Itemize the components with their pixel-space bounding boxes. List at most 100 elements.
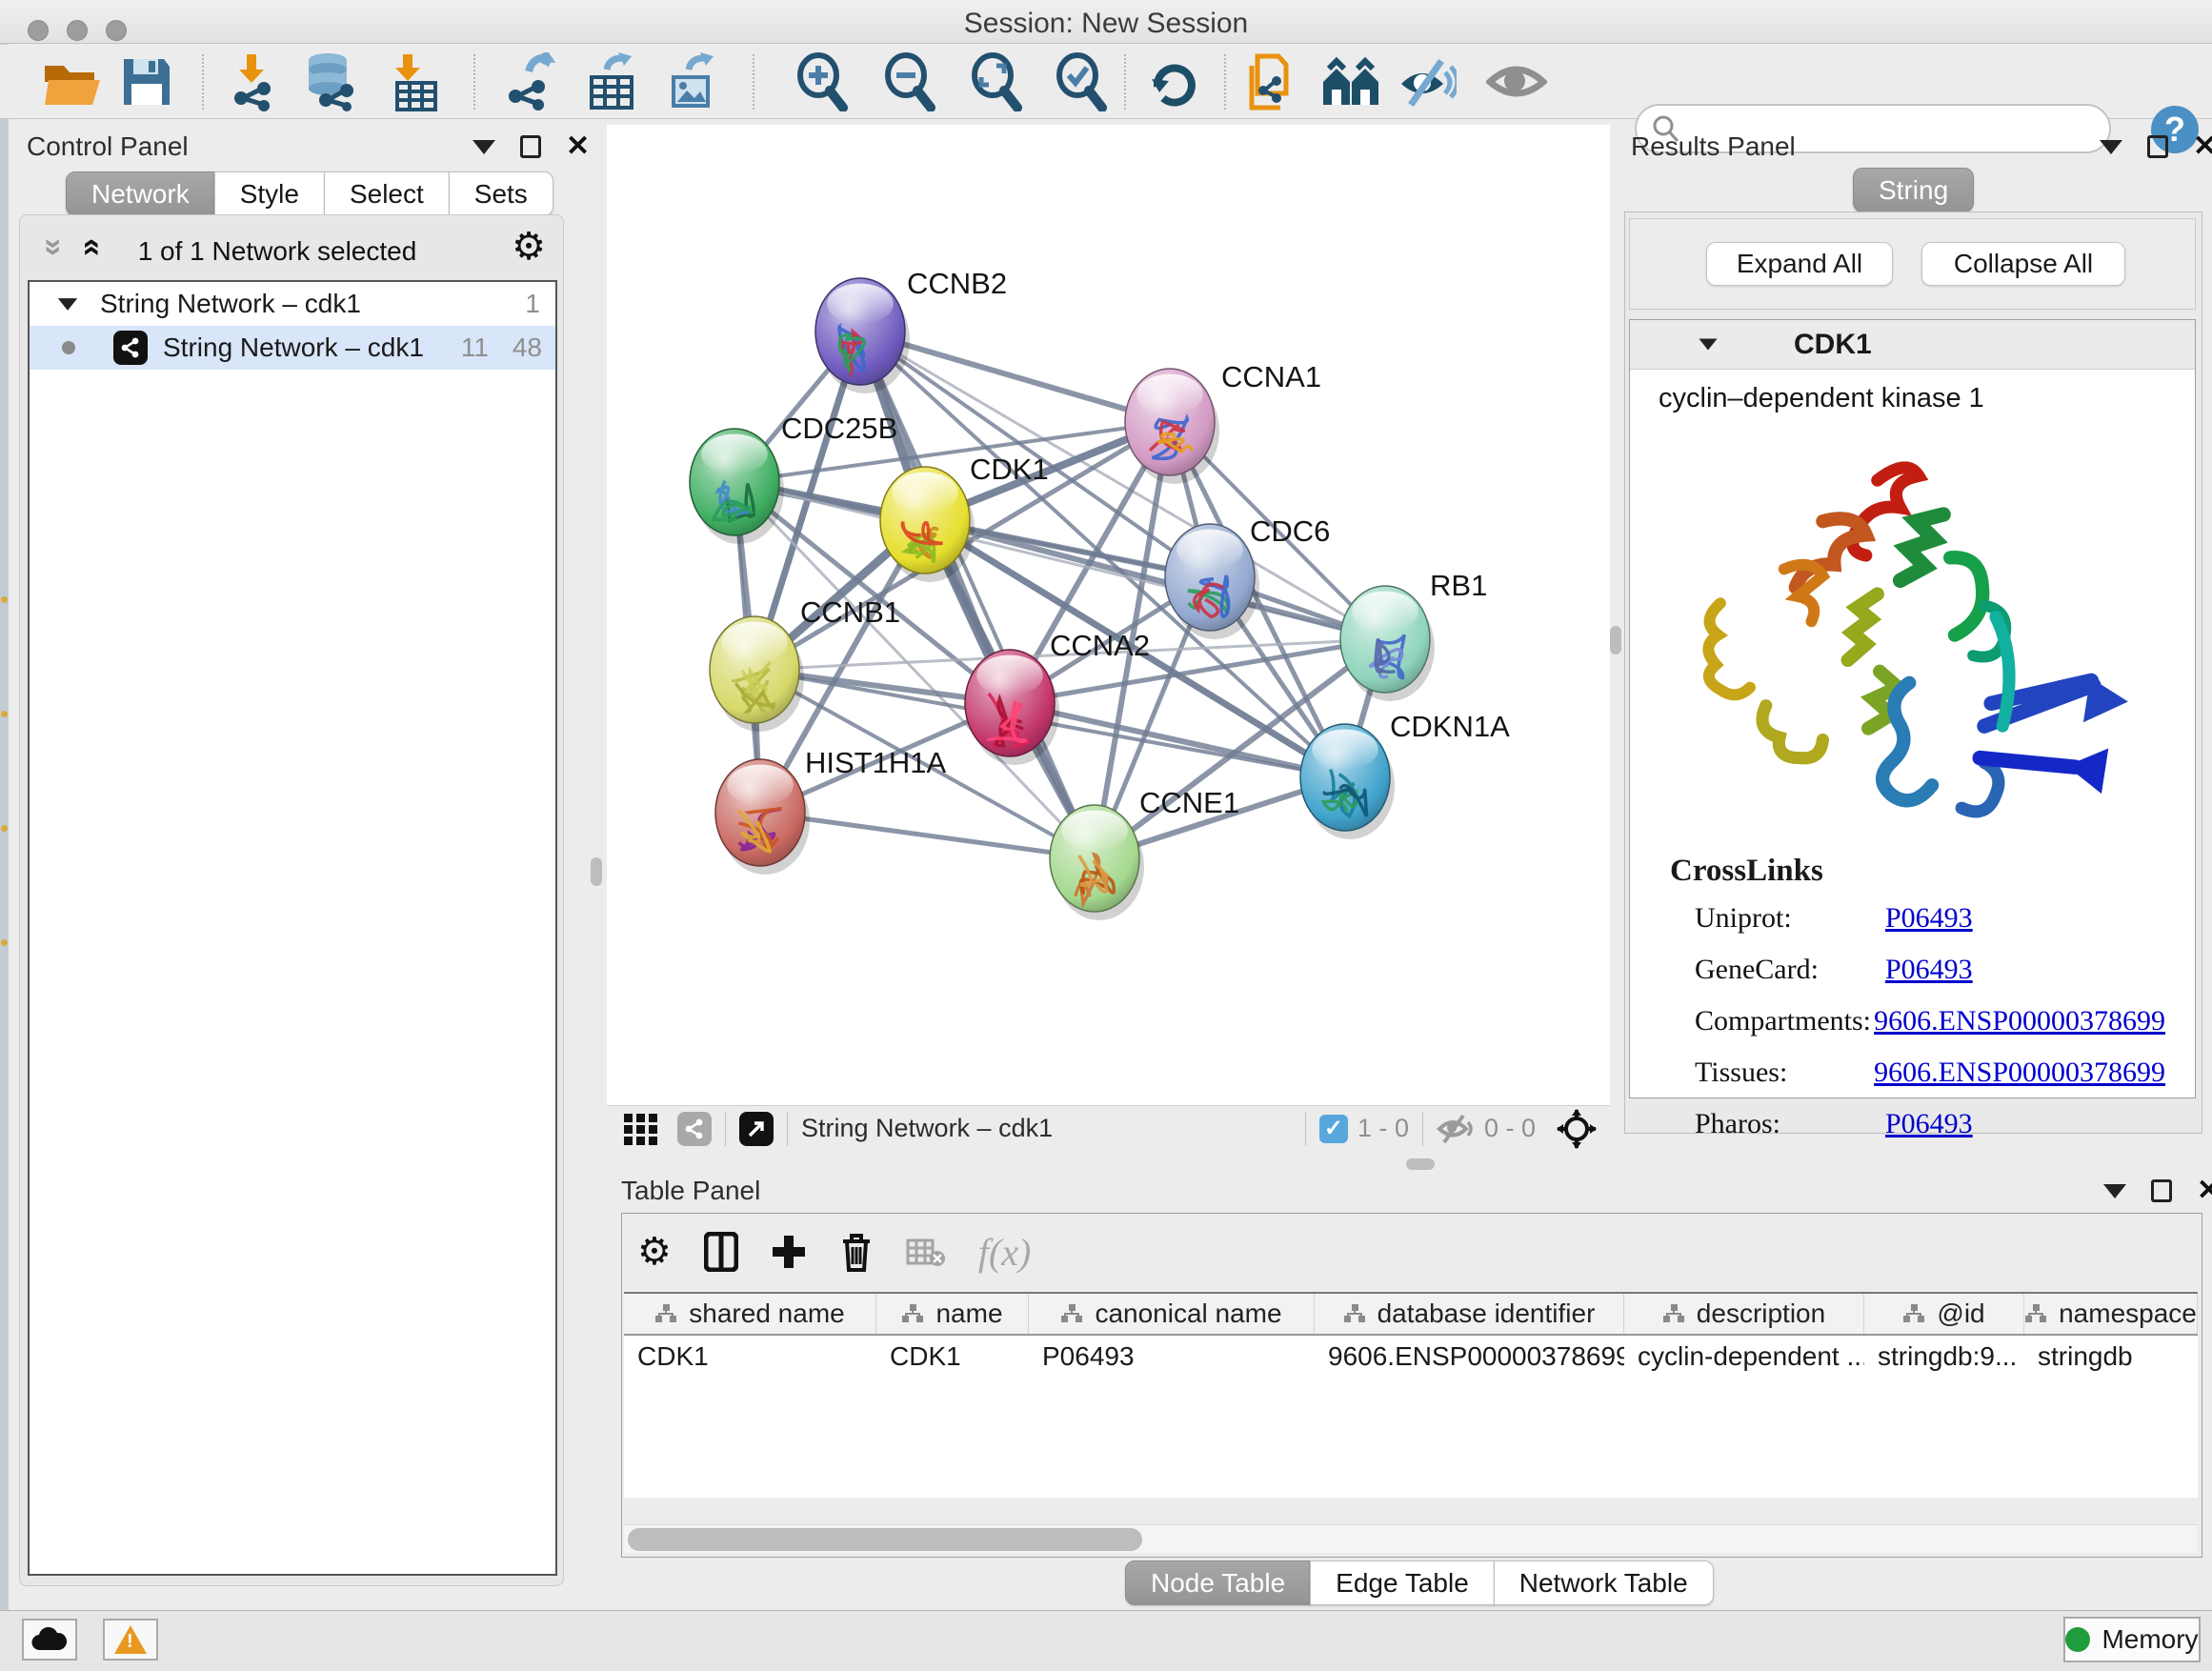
import-network-icon[interactable] [217,52,286,111]
hide-selected-icon[interactable] [1393,52,1461,111]
export-image-icon[interactable] [655,52,724,111]
crosslink-link[interactable]: P06493 [1885,1108,1973,1140]
memory-button[interactable]: Memory [2063,1617,2201,1662]
import-database-icon[interactable] [297,52,366,111]
column-tree-icon [1662,1302,1685,1325]
tab-string[interactable]: String [1853,168,1974,212]
close-panel-icon[interactable]: ✕ [2197,1179,2212,1202]
open-session-icon[interactable] [38,52,107,111]
network-canvas[interactable]: CCNB2CCNA1CDC25BCDK1CDC6RB1CCNB1CCNA2CDK… [607,125,1610,1105]
cloud-status-button[interactable] [22,1619,77,1661]
zoom-in-icon[interactable] [787,52,855,111]
tab-select[interactable]: Select [324,171,450,216]
network-node-cdc25b[interactable] [690,429,784,544]
export-table-icon[interactable] [575,52,644,111]
network-node-cdc6[interactable] [1165,524,1259,639]
crosslink-link[interactable]: 9606.ENSP00000378699 [1874,1057,2165,1089]
network-node-rb1[interactable] [1340,586,1435,701]
collapse-all-button[interactable]: Collapse All [1921,242,2125,286]
float-panel-icon[interactable] [2151,1179,2172,1202]
grid-view-icon[interactable] [622,1112,660,1146]
table-cell[interactable]: 9606.ENSP00000378699 [1315,1336,1624,1378]
column-header-shared-name[interactable]: shared name [624,1294,876,1334]
table-cell[interactable]: stringdb:9... [1864,1336,2024,1378]
expand-all-button[interactable]: Expand All [1706,242,1893,286]
delete-column-icon[interactable] [839,1232,874,1272]
import-table-icon[interactable] [377,52,446,111]
scrollbar-thumb[interactable] [628,1528,1142,1551]
column-header-canonical-name[interactable]: canonical name [1029,1294,1315,1334]
tab-node-table[interactable]: Node Table [1125,1560,1311,1605]
close-panel-icon[interactable]: ✕ [566,135,590,158]
show-all-icon[interactable] [1482,52,1551,111]
network-node-cdk1[interactable] [880,467,975,582]
network-node-hist1h1a[interactable] [715,759,810,875]
crosslink-link[interactable]: P06493 [1885,902,1973,935]
tab-network-table[interactable]: Network Table [1494,1560,1714,1605]
zoom-selected-icon[interactable] [1046,52,1115,111]
table-cell[interactable]: cyclin-dependent ... [1624,1336,1864,1378]
left-splitter-handle[interactable] [591,857,602,886]
column-header-id[interactable]: @id [1864,1294,2024,1334]
crosslink-link[interactable]: P06493 [1885,954,1973,986]
network-tree-row-selected[interactable]: String Network – cdk1 11 48 [30,326,555,370]
detach-view-icon[interactable] [739,1112,774,1146]
float-panel-icon[interactable] [520,135,541,158]
memory-status-dot-icon [2065,1627,2090,1652]
duplicate-network-icon[interactable] [1237,52,1305,111]
collection-count: 1 [525,289,540,319]
network-node-ccnb2[interactable] [815,278,910,393]
network-tree-root-row[interactable]: String Network – cdk1 1 [30,282,555,326]
tab-network[interactable]: Network [66,171,215,216]
tab-sets[interactable]: Sets [449,171,553,216]
panel-menu-icon[interactable] [473,140,495,154]
tab-style[interactable]: Style [214,171,325,216]
warning-status-button[interactable] [103,1619,158,1661]
horizontal-splitter-handle[interactable] [1406,1158,1435,1170]
table-cell[interactable]: P06493 [1029,1336,1315,1378]
table-cell[interactable]: stringdb [2024,1336,2198,1378]
column-header-name[interactable]: name [876,1294,1029,1334]
float-panel-icon[interactable] [2147,135,2168,158]
network-node-ccna2[interactable] [965,650,1059,765]
crosslink-row: GeneCard:P06493 [1670,954,2165,986]
close-panel-icon[interactable]: ✕ [2193,135,2212,158]
panel-menu-icon[interactable] [2103,1184,2126,1198]
network-view-title: String Network – cdk1 [801,1114,1053,1143]
table-options-gear-icon[interactable]: ⚙ [637,1230,672,1274]
table-cell[interactable]: CDK1 [876,1336,1029,1378]
table-horizontal-scrollbar[interactable] [624,1524,2198,1553]
save-session-icon[interactable] [112,52,181,111]
fit-content-crosshair-icon[interactable] [1557,1109,1597,1149]
network-edge[interactable] [760,813,1095,858]
zoom-fit-icon[interactable] [961,52,1030,111]
expand-all-networks-icon[interactable]: » [71,238,109,256]
network-view-icon[interactable] [677,1112,712,1146]
tree-expander-icon[interactable] [58,298,77,311]
export-network-icon[interactable] [495,52,564,111]
network-node-ccna1[interactable] [1125,369,1219,484]
column-header-description[interactable]: description [1624,1294,1864,1334]
network-node-ccne1[interactable] [1050,805,1144,920]
show-columns-icon[interactable] [704,1232,738,1272]
network-options-gear-icon[interactable]: ⚙ [512,225,546,269]
collapse-all-networks-icon[interactable]: » [35,238,72,256]
panel-menu-icon[interactable] [2100,140,2122,154]
collapse-card-icon[interactable] [1699,339,1717,351]
node-label-cdc6: CDC6 [1250,514,1330,548]
network-node-cdkn1a[interactable] [1300,724,1395,839]
column-header-namespace[interactable]: namespace [2024,1294,2198,1334]
protein-card-header[interactable]: CDK1 [1630,320,2195,370]
network-edge[interactable] [1010,703,1345,777]
refresh-layout-icon[interactable] [1139,52,1208,111]
add-column-icon[interactable] [771,1234,807,1270]
table-cell[interactable]: CDK1 [624,1336,876,1378]
selected-checkbox-icon[interactable]: ✓ [1319,1115,1348,1143]
column-header-database-identifier[interactable]: database identifier [1315,1294,1624,1334]
table-row[interactable]: CDK1CDK1P064939606.ENSP00000378699cyclin… [624,1336,2198,1378]
crosslink-link[interactable]: 9606.ENSP00000378699 [1874,1005,2165,1037]
first-neighbors-icon[interactable] [1317,52,1385,111]
tab-edge-table[interactable]: Edge Table [1310,1560,1495,1605]
network-selection-status: 1 of 1 Network selected [106,236,449,267]
zoom-out-icon[interactable] [875,52,943,111]
